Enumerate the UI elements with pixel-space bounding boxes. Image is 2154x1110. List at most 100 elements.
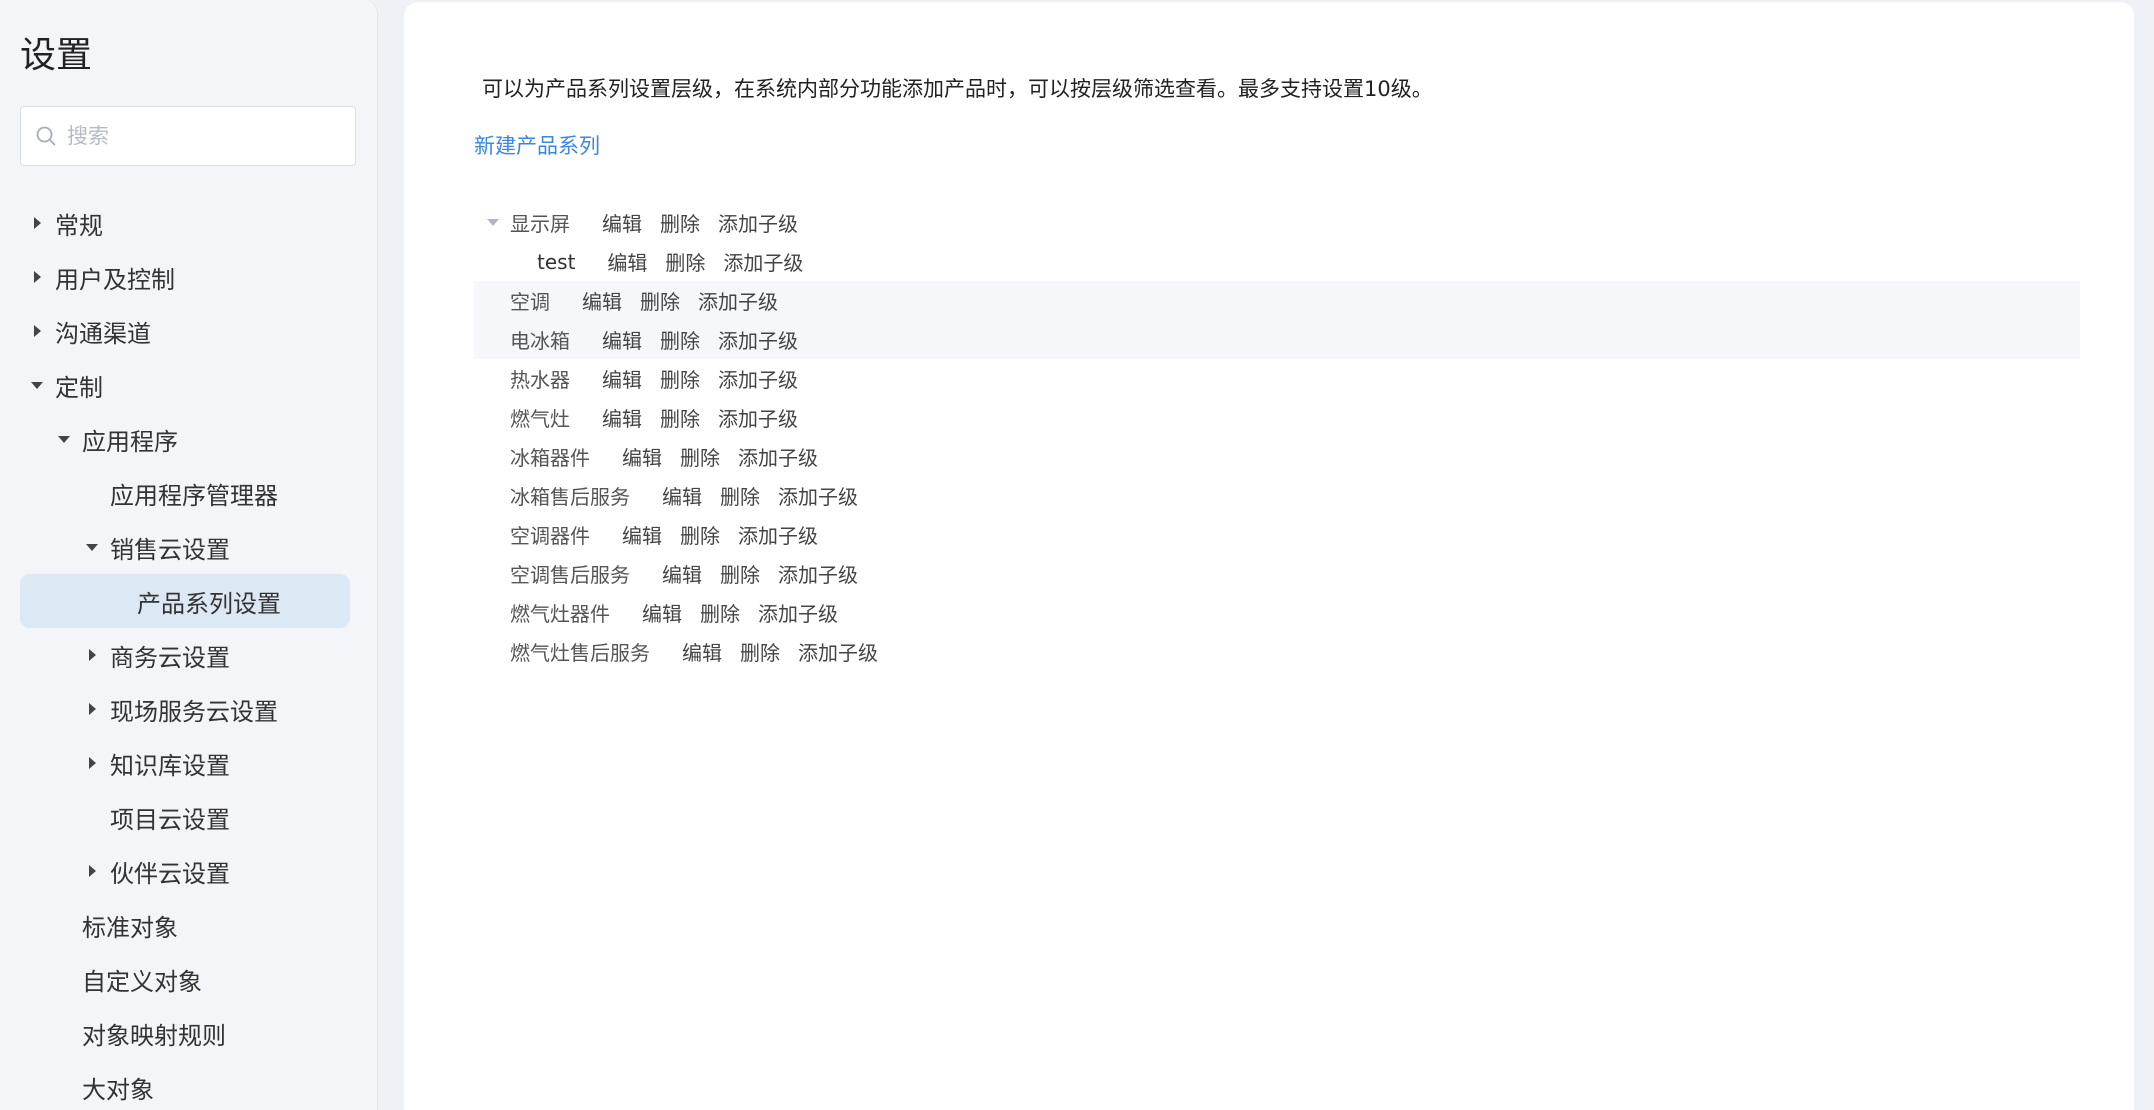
tree-row: test 编辑 删除 添加子级 [474,242,2080,281]
add-child-button[interactable]: 添加子级 [758,598,838,627]
nav-item-product-series[interactable]: 产品系列设置 [20,574,350,628]
search-box[interactable] [20,106,356,166]
edit-button[interactable]: 编辑 [642,598,682,627]
delete-button[interactable]: 删除 [720,481,760,510]
nav-item-label: 沟通渠道 [55,319,151,348]
tree-node-actions: 编辑 删除 添加子级 [642,598,856,627]
edit-button[interactable]: 编辑 [602,208,642,237]
tree-node-actions: 编辑 删除 添加子级 [662,481,876,510]
edit-button[interactable]: 编辑 [602,364,642,393]
edit-button[interactable]: 编辑 [622,520,662,549]
app: 设置 常规 用户及控制 沟通渠道 定制 [0,0,2154,1110]
tree-node-label: 燃气灶器件 [510,602,610,626]
delete-button[interactable]: 删除 [720,559,760,588]
delete-button[interactable]: 删除 [660,325,700,354]
nav-item-object-mapping[interactable]: 对象映射规则 [82,1006,226,1060]
edit-button[interactable]: 编辑 [582,286,622,315]
tree-node-label: 冰箱售后服务 [510,485,630,509]
nav-item-project-cloud[interactable]: 项目云设置 [110,790,230,844]
add-child-button[interactable]: 添加子级 [778,559,858,588]
caret-icon [89,703,96,715]
add-child-button[interactable]: 添加子级 [738,520,818,549]
tree-node-actions: 编辑 删除 添加子级 [662,559,876,588]
add-child-button[interactable]: 添加子级 [718,325,798,354]
edit-button[interactable]: 编辑 [607,247,647,276]
nav-item-label: 常规 [55,211,103,240]
nav-item-field-service-cloud[interactable]: 现场服务云设置 [89,682,278,736]
tree-node-label: 燃气灶 [510,407,570,431]
add-child-button[interactable]: 添加子级 [718,208,798,237]
nav-item-label: 销售云设置 [110,535,230,564]
tree-row: 空调 编辑 删除 添加子级 [474,281,2080,320]
delete-button[interactable]: 删除 [700,598,740,627]
nav-item-custom-objects[interactable]: 自定义对象 [82,952,202,1006]
nav-item-customize[interactable]: 定制 [31,358,103,412]
tree-node-label: 空调 [510,290,550,314]
nav-item-app-manager[interactable]: 应用程序管理器 [110,466,278,520]
tree-node-label: 空调器件 [510,524,590,548]
tree-node-actions: 编辑 删除 添加子级 [602,325,816,354]
caret-icon [89,757,96,769]
tree-node-actions: 编辑 删除 添加子级 [602,403,816,432]
edit-button[interactable]: 编辑 [682,637,722,666]
delete-button[interactable]: 删除 [640,286,680,315]
tree-node-actions: 编辑 删除 添加子级 [607,247,821,276]
tree-row: 冰箱器件 编辑 删除 添加子级 [474,437,2080,476]
collapse-toggle-icon[interactable] [487,219,499,226]
add-child-button[interactable]: 添加子级 [698,286,778,315]
delete-button[interactable]: 删除 [660,208,700,237]
tree-row: 冰箱售后服务 编辑 删除 添加子级 [474,476,2080,515]
add-child-button[interactable]: 添加子级 [718,364,798,393]
tree-node-actions: 编辑 删除 添加子级 [602,208,816,237]
add-child-button[interactable]: 添加子级 [798,637,878,666]
tree-node-label: 空调售后服务 [510,563,630,587]
nav-item-general[interactable]: 常规 [34,196,103,250]
edit-button[interactable]: 编辑 [662,481,702,510]
search-input[interactable] [67,116,347,156]
delete-button[interactable]: 删除 [660,364,700,393]
nav-item-commerce-cloud[interactable]: 商务云设置 [89,628,230,682]
tree-node-label: 冰箱器件 [510,446,590,470]
tree-node-label: 电冰箱 [510,329,570,353]
delete-button[interactable]: 删除 [740,637,780,666]
nav-item-user-control[interactable]: 用户及控制 [34,250,175,304]
tree-node-actions: 编辑 删除 添加子级 [622,520,836,549]
nav-item-standard-objects[interactable]: 标准对象 [82,898,178,952]
nav-item-big-objects[interactable]: 大对象 [82,1060,154,1110]
nav-item-label: 产品系列设置 [137,589,281,618]
tree-row: 热水器 编辑 删除 添加子级 [474,359,2080,398]
sidebar: 设置 常规 用户及控制 沟通渠道 定制 [0,0,378,1110]
tree-node-label: 燃气灶售后服务 [510,641,650,665]
nav-item-channels[interactable]: 沟通渠道 [34,304,151,358]
edit-button[interactable]: 编辑 [662,559,702,588]
caret-icon [89,649,96,661]
delete-button[interactable]: 删除 [680,442,720,471]
tree-node-actions: 编辑 删除 添加子级 [602,364,816,393]
nav-item-applications[interactable]: 应用程序 [58,412,178,466]
nav-item-label: 伙伴云设置 [110,859,230,888]
tree-node-label: 热水器 [510,368,570,392]
add-child-button[interactable]: 添加子级 [778,481,858,510]
tree-row: 燃气灶器件 编辑 删除 添加子级 [474,593,2080,632]
edit-button[interactable]: 编辑 [622,442,662,471]
add-child-button[interactable]: 添加子级 [718,403,798,432]
caret-icon [58,435,70,443]
delete-button[interactable]: 删除 [665,247,705,276]
delete-button[interactable]: 删除 [660,403,700,432]
nav-item-partner-cloud[interactable]: 伙伴云设置 [89,844,230,898]
nav-item-label: 应用程序管理器 [110,481,278,510]
nav-item-sales-cloud[interactable]: 销售云设置 [86,520,230,574]
nav-item-knowledge-base[interactable]: 知识库设置 [89,736,230,790]
caret-icon [31,381,43,389]
edit-button[interactable]: 编辑 [602,403,642,432]
nav-item-label: 大对象 [82,1075,154,1104]
caret-icon [89,865,96,877]
add-child-button[interactable]: 添加子级 [723,247,803,276]
edit-button[interactable]: 编辑 [602,325,642,354]
tree-row: 燃气灶 编辑 删除 添加子级 [474,398,2080,437]
caret-icon [34,217,41,229]
delete-button[interactable]: 删除 [680,520,720,549]
nav-item-label: 知识库设置 [110,751,230,780]
new-product-series-link[interactable]: 新建产品系列 [474,131,600,161]
add-child-button[interactable]: 添加子级 [738,442,818,471]
